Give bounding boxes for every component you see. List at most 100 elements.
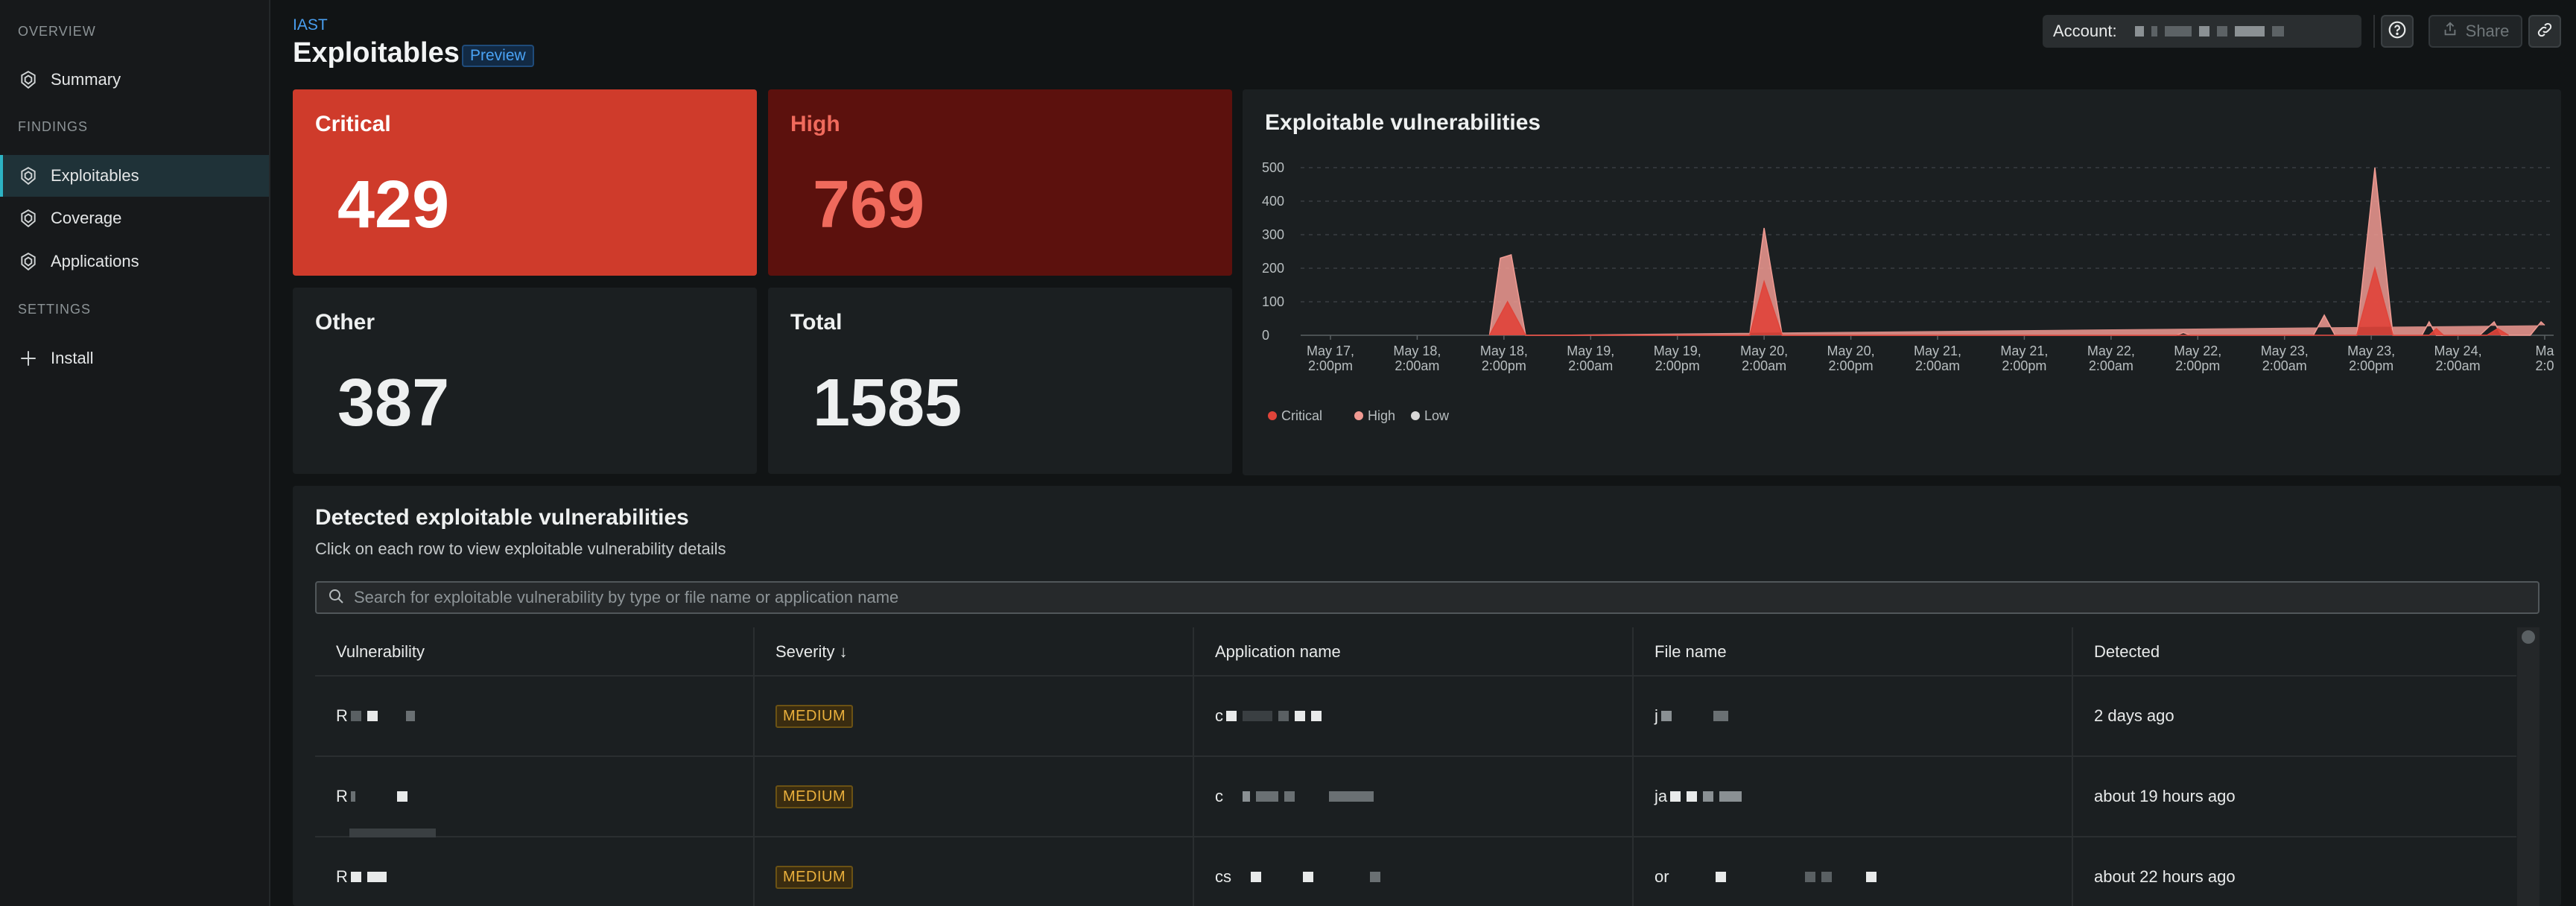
help-button[interactable] — [2381, 15, 2414, 48]
y-tick-label: 300 — [1262, 227, 1284, 242]
redacted-text — [1226, 711, 1322, 721]
scrollbar-thumb[interactable] — [2522, 630, 2535, 644]
column-header-application[interactable]: Application name — [1194, 627, 1634, 677]
sidebar-item-exploitables[interactable]: Exploitables — [0, 155, 269, 197]
redacted-account — [2134, 26, 2284, 37]
shield-icon — [18, 208, 39, 229]
header-divider — [2373, 15, 2375, 48]
help-icon — [2388, 20, 2407, 43]
sidebar-section-findings: FINDINGS — [18, 119, 89, 134]
redacted-text — [1234, 872, 1380, 882]
y-tick-label: 400 — [1262, 194, 1284, 209]
x-tick-label: May 21, 2:00am — [1914, 343, 1961, 373]
shield-icon — [18, 251, 39, 272]
share-button[interactable]: Share — [2429, 15, 2522, 48]
table-row[interactable]: R MEDIUM c j 2 days ago — [315, 677, 2516, 757]
legend-marker-high — [1354, 411, 1363, 420]
exploitable-chart[interactable]: 500 400 300 200 100 0 May 17, 2:00pm May 18, 2:00… — [1243, 89, 2561, 475]
sidebar-item-summary[interactable]: Summary — [0, 59, 269, 101]
redacted-text — [1672, 872, 1877, 882]
sidebar-item-label: Exploitables — [51, 166, 139, 185]
vulnerability-cell: R — [315, 677, 755, 755]
table-row[interactable]: R MEDIUM c ja about 19 hours ago — [315, 757, 2516, 837]
vulnerability-text: R — [336, 867, 348, 886]
detected-cell: 2 days ago — [2094, 706, 2174, 725]
detected-cell: about 22 hours ago — [2094, 867, 2236, 886]
sidebar-item-applications[interactable]: Applications — [0, 241, 269, 282]
page-title: Exploitables — [293, 37, 460, 69]
file-text: j — [1655, 706, 1658, 725]
preview-badge: Preview — [462, 45, 534, 67]
severity-cell: MEDIUM — [755, 677, 1194, 755]
other-count: 387 — [337, 366, 450, 440]
critical-card[interactable]: Critical 429 — [293, 89, 757, 276]
vulnerability-cell: R — [315, 837, 755, 906]
file-cell: or — [1634, 837, 2073, 906]
table-title: Detected exploitable vulnerabilities — [315, 505, 689, 530]
search-icon — [327, 587, 345, 609]
table-row[interactable]: R MEDIUM cs or about 22 hours ago — [315, 837, 2516, 906]
high-count: 769 — [813, 168, 925, 242]
y-tick-label: 500 — [1262, 160, 1284, 175]
application-cell: cs — [1194, 837, 1634, 906]
search-input[interactable] — [354, 588, 2538, 607]
copy-link-button[interactable] — [2528, 15, 2561, 48]
total-card[interactable]: Total 1585 — [768, 288, 1232, 474]
column-header-detected[interactable]: Detected — [2073, 627, 2516, 677]
application-text: c — [1215, 787, 1223, 805]
application-cell: c — [1194, 677, 1634, 755]
breadcrumb[interactable]: IAST — [293, 16, 328, 34]
file-text: ja — [1655, 787, 1668, 805]
detected-cell: about 19 hours ago — [2094, 787, 2236, 805]
x-tick-label: May 21, 2:00pm — [2000, 343, 2048, 373]
legend-label-low: Low — [1424, 408, 1450, 423]
vulnerability-cell: R — [315, 757, 755, 837]
x-tick-label: May 22, 2:00pm — [2174, 343, 2221, 373]
redacted-text — [350, 791, 407, 802]
x-tick-label: Ma 2:0 — [2535, 343, 2554, 373]
column-header-vulnerability[interactable]: Vulnerability — [315, 627, 755, 677]
y-tick-label: 200 — [1262, 261, 1284, 276]
x-tick-label: May 20, 2:00pm — [1827, 343, 1875, 373]
application-text: cs — [1215, 867, 1231, 886]
sidebar-section-settings: SETTINGS — [18, 302, 92, 317]
search-field[interactable] — [315, 581, 2539, 614]
plus-icon — [18, 348, 39, 369]
x-tick-label: May 18, 2:00pm — [1480, 343, 1528, 373]
sidebar-item-install[interactable]: Install — [0, 338, 269, 379]
account-selector[interactable]: Account: — [2043, 15, 2361, 48]
shield-icon — [18, 69, 39, 90]
file-cell: j — [1634, 677, 2073, 755]
x-tick-label: May 23, 2:00pm — [2347, 343, 2395, 373]
share-icon — [2442, 21, 2458, 42]
total-label: Total — [790, 310, 843, 335]
high-label: High — [790, 112, 840, 136]
other-card[interactable]: Other 387 — [293, 288, 757, 474]
high-card[interactable]: High 769 — [768, 89, 1232, 276]
x-tick-label: May 17, 2:00pm — [1307, 343, 1354, 373]
critical-count: 429 — [337, 168, 450, 242]
column-header-file[interactable]: File name — [1634, 627, 2073, 677]
column-header-severity[interactable]: Severity ↓ — [755, 627, 1194, 677]
redacted-text — [1670, 791, 1742, 802]
sidebar-item-label: Summary — [51, 70, 121, 89]
legend-label-critical: Critical — [1281, 408, 1322, 423]
severity-cell: MEDIUM — [755, 757, 1194, 836]
file-cell: ja — [1634, 757, 2073, 836]
sidebar-item-coverage[interactable]: Coverage — [0, 197, 269, 239]
x-tick-label: May 24, 2:00am — [2434, 343, 2482, 373]
legend-label-high: High — [1368, 408, 1395, 423]
shield-icon — [18, 165, 39, 186]
file-text: or — [1655, 867, 1669, 886]
x-tick-label: May 22, 2:00am — [2087, 343, 2135, 373]
table-header: Vulnerability Severity ↓ Application nam… — [315, 627, 2516, 677]
sidebar: OVERVIEW Summary FINDINGS Exploitables C… — [0, 0, 270, 906]
redacted-text — [349, 829, 436, 837]
account-label: Account: — [2053, 22, 2117, 40]
severity-cell: MEDIUM — [755, 837, 1194, 906]
total-count: 1585 — [813, 366, 962, 440]
legend-marker-critical — [1268, 411, 1277, 420]
critical-label: Critical — [315, 112, 391, 136]
redacted-text — [350, 872, 387, 882]
table-scrollbar[interactable] — [2517, 627, 2539, 906]
